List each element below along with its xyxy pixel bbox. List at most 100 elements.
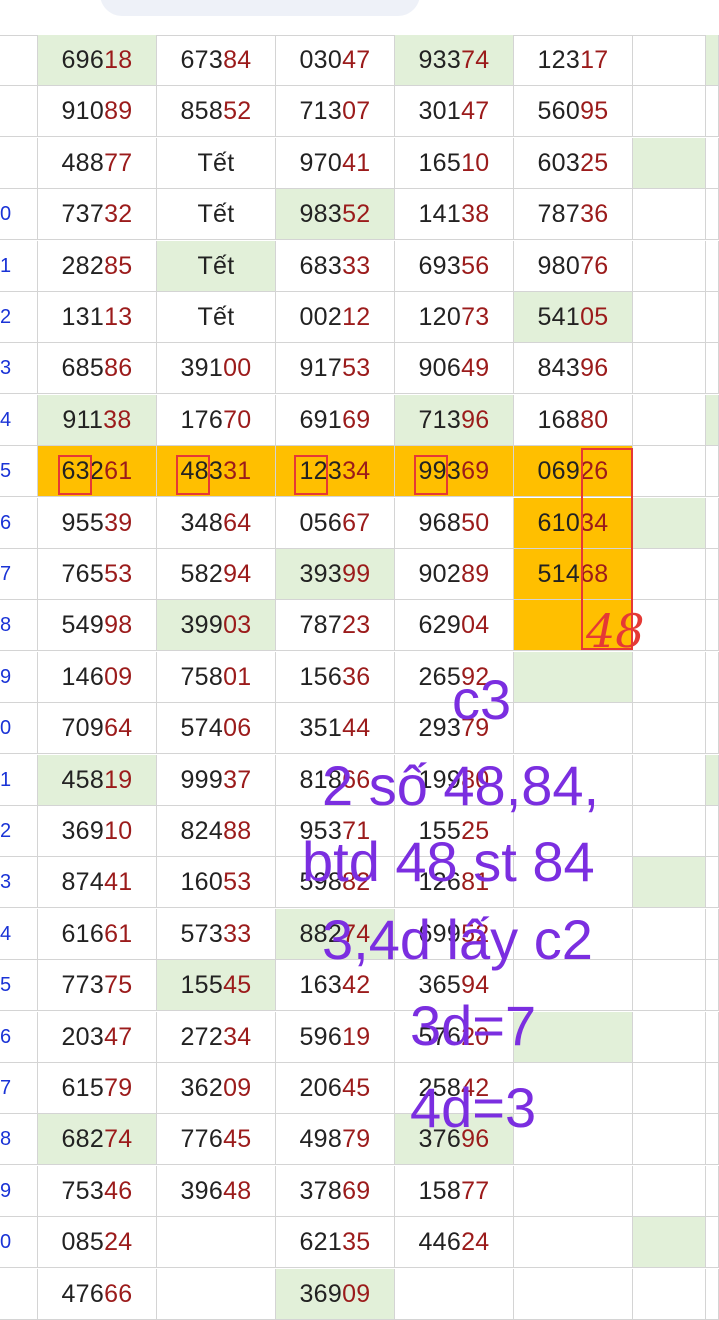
row-index-cell[interactable]: 9 (0, 1166, 38, 1217)
empty-cell[interactable] (706, 1166, 719, 1217)
result-cell[interactable]: 156 36 (276, 652, 395, 703)
result-cell[interactable]: 765 53 (38, 549, 157, 600)
empty-cell[interactable] (633, 189, 706, 240)
result-cell[interactable]: 483 31 (157, 446, 276, 497)
result-cell[interactable]: 776 45 (157, 1114, 276, 1165)
result-cell[interactable]: 902 89 (395, 549, 514, 600)
result-cell[interactable]: 906 49 (395, 343, 514, 394)
empty-cell[interactable] (706, 806, 719, 857)
empty-cell[interactable] (706, 1269, 719, 1320)
result-cell[interactable]: 056 67 (276, 498, 395, 549)
result-cell[interactable]: 673 84 (157, 35, 276, 86)
empty-cell[interactable] (706, 189, 719, 240)
row-index-cell[interactable] (0, 35, 38, 86)
result-cell[interactable]: 858 52 (157, 86, 276, 137)
row-index-cell[interactable]: 5 (0, 960, 38, 1011)
result-cell[interactable]: Tết (157, 241, 276, 292)
result-cell[interactable] (157, 1269, 276, 1320)
result-cell[interactable]: 682 74 (38, 1114, 157, 1165)
row-index-cell[interactable]: 8 (0, 600, 38, 651)
result-cell[interactable]: Tết (157, 292, 276, 343)
row-index-cell[interactable]: 7 (0, 1063, 38, 1114)
result-cell[interactable]: 488 77 (38, 138, 157, 189)
result-cell[interactable]: 983 52 (276, 189, 395, 240)
result-cell[interactable]: 910 89 (38, 86, 157, 137)
result-cell[interactable]: 596 19 (276, 1012, 395, 1063)
result-cell[interactable]: 970 41 (276, 138, 395, 189)
empty-cell[interactable] (706, 755, 719, 806)
result-cell[interactable]: 773 75 (38, 960, 157, 1011)
empty-cell[interactable] (633, 652, 706, 703)
result-cell[interactable]: 955 39 (38, 498, 157, 549)
empty-cell[interactable] (706, 549, 719, 600)
row-index-cell[interactable]: 9 (0, 652, 38, 703)
empty-cell[interactable] (633, 806, 706, 857)
empty-cell[interactable] (706, 446, 719, 497)
row-index-cell[interactable]: 4 (0, 909, 38, 960)
result-cell[interactable]: 369 09 (276, 1269, 395, 1320)
result-cell[interactable]: 758 01 (157, 652, 276, 703)
row-index-cell[interactable]: 7 (0, 549, 38, 600)
empty-cell[interactable] (633, 857, 706, 908)
empty-cell[interactable] (706, 1063, 719, 1114)
result-cell[interactable]: 917 53 (276, 343, 395, 394)
result-cell[interactable]: 843 96 (514, 343, 633, 394)
empty-cell[interactable] (706, 35, 719, 86)
result-cell[interactable]: 146 09 (38, 652, 157, 703)
result-cell[interactable]: 709 64 (38, 703, 157, 754)
result-cell[interactable]: 549 98 (38, 600, 157, 651)
result-cell[interactable]: Tết (157, 138, 276, 189)
empty-cell[interactable] (633, 1269, 706, 1320)
empty-cell[interactable] (706, 909, 719, 960)
empty-cell[interactable] (633, 446, 706, 497)
row-index-cell[interactable]: 2 (0, 806, 38, 857)
empty-cell[interactable] (633, 1166, 706, 1217)
empty-cell[interactable] (706, 960, 719, 1011)
row-index-cell[interactable]: 4 (0, 395, 38, 446)
result-cell[interactable]: 369 10 (38, 806, 157, 857)
row-index-cell[interactable]: 3 (0, 343, 38, 394)
result-cell[interactable]: 621 35 (276, 1217, 395, 1268)
result-cell[interactable]: 391 00 (157, 343, 276, 394)
result-cell[interactable]: Tết (157, 189, 276, 240)
result-cell[interactable]: 141 38 (395, 189, 514, 240)
empty-cell[interactable] (706, 86, 719, 137)
result-cell[interactable]: 131 13 (38, 292, 157, 343)
row-index-cell[interactable]: 1 (0, 241, 38, 292)
result-cell[interactable]: 787 23 (276, 600, 395, 651)
empty-cell[interactable] (633, 498, 706, 549)
result-cell[interactable]: 123 17 (514, 35, 633, 86)
empty-cell[interactable] (706, 343, 719, 394)
empty-cell[interactable] (633, 138, 706, 189)
result-cell[interactable]: 498 79 (276, 1114, 395, 1165)
result-cell[interactable]: 155 45 (157, 960, 276, 1011)
row-index-cell[interactable]: 0 (0, 189, 38, 240)
empty-cell[interactable] (633, 703, 706, 754)
result-cell[interactable] (514, 703, 633, 754)
result-cell[interactable] (514, 1166, 633, 1217)
row-index-cell[interactable] (0, 138, 38, 189)
result-cell[interactable]: 301 47 (395, 86, 514, 137)
empty-cell[interactable] (706, 652, 719, 703)
result-cell[interactable]: 351 44 (276, 703, 395, 754)
result-cell[interactable]: 560 95 (514, 86, 633, 137)
result-cell[interactable]: 691 69 (276, 395, 395, 446)
result-cell[interactable] (514, 652, 633, 703)
result-cell[interactable] (514, 1269, 633, 1320)
empty-cell[interactable] (633, 86, 706, 137)
empty-cell[interactable] (633, 1063, 706, 1114)
empty-cell[interactable] (706, 395, 719, 446)
result-cell[interactable]: 683 33 (276, 241, 395, 292)
result-cell[interactable]: 348 64 (157, 498, 276, 549)
row-index-cell[interactable]: 5 (0, 446, 38, 497)
empty-cell[interactable] (706, 292, 719, 343)
result-cell[interactable]: 993 69 (395, 446, 514, 497)
row-index-cell[interactable]: 1 (0, 755, 38, 806)
result-cell[interactable]: 582 94 (157, 549, 276, 600)
result-cell[interactable]: 030 47 (276, 35, 395, 86)
result-cell[interactable] (157, 1217, 276, 1268)
result-cell[interactable]: 696 18 (38, 35, 157, 86)
result-cell[interactable] (514, 1217, 633, 1268)
result-cell[interactable]: 685 86 (38, 343, 157, 394)
result-cell[interactable]: 165 10 (395, 138, 514, 189)
